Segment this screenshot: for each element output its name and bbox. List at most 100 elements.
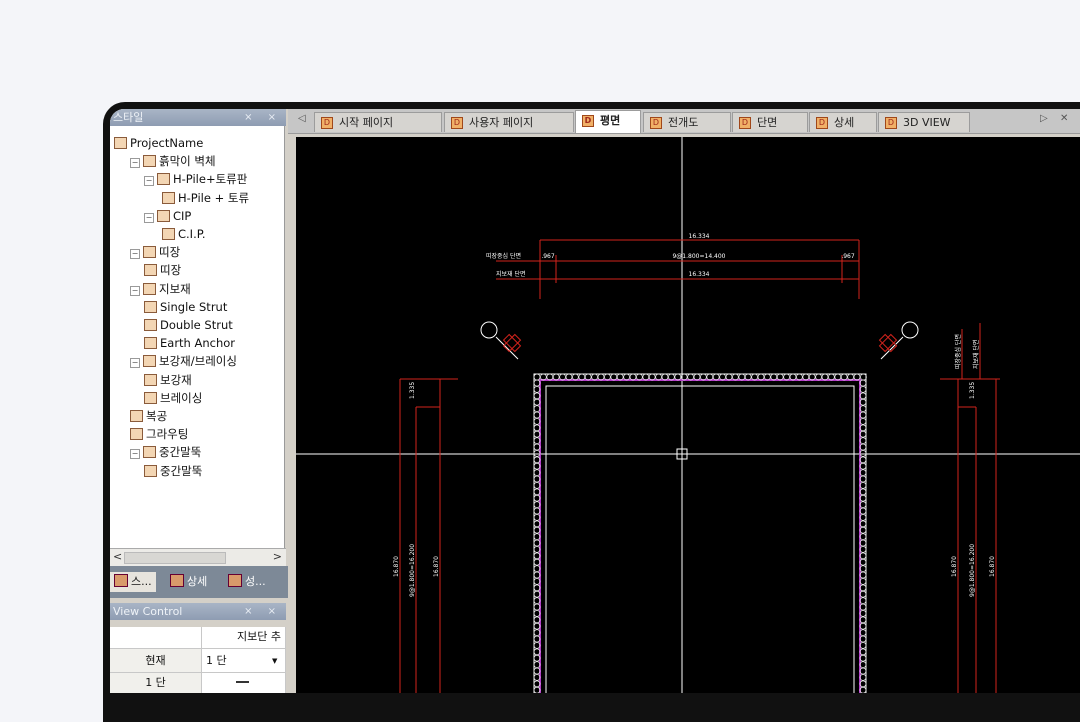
view-control-grid: 지보단 추 현재 1 단 ▼ 1 단: [110, 627, 286, 693]
vc-row-1-value[interactable]: [202, 673, 286, 693]
panel-pin-close-icons[interactable]: ⨯ ×: [244, 109, 282, 126]
tree-horizontal-scrollbar[interactable]: < >: [110, 548, 286, 566]
brace-icon: [143, 355, 156, 368]
tree-node-label: 지보재: [159, 281, 191, 296]
tab-close-icon[interactable]: ✕: [1060, 113, 1068, 124]
tree-node[interactable]: Single Strut: [144, 298, 227, 316]
detail-tab-icon: [170, 574, 184, 587]
view-control-pin-close-icons[interactable]: ⨯ ×: [244, 603, 282, 620]
tree-collapse-icon[interactable]: −: [130, 158, 140, 169]
dropdown-arrow-icon[interactable]: ▼: [272, 657, 277, 665]
tab-3[interactable]: D 전개도: [643, 112, 731, 132]
document-icon: D: [451, 117, 463, 129]
excavation-wall: [533, 373, 867, 693]
cad-drawing[interactable]: 16.334 9@1.800=14.400 .967 .967 16.334 띠…: [296, 137, 1080, 693]
tree-node[interactable]: − H-Pile+토류판: [144, 170, 247, 188]
tab-0[interactable]: D 시작 페이지: [314, 112, 442, 132]
dim-left-vertical-mid: 9@1.800=16.200: [409, 544, 416, 597]
tree-node[interactable]: − 중간말뚝: [130, 443, 201, 461]
bottom-tab-detail[interactable]: 상세: [170, 574, 207, 590]
tree-node[interactable]: 복공: [130, 407, 167, 425]
tree-node[interactable]: − 흙막이 벽체: [130, 152, 216, 170]
tab-label: 단면: [757, 116, 778, 129]
corner-marker-right-icon: [878, 321, 919, 360]
tab-1[interactable]: D 사용자 페이지: [444, 112, 574, 132]
tree-node-label: 브레이싱: [160, 390, 203, 405]
small-dim-left: 1.335: [409, 382, 416, 399]
style-panel-title: 스타일 ⨯ ×: [110, 109, 286, 126]
tree-collapse-icon[interactable]: −: [130, 249, 140, 260]
document-icon: D: [739, 117, 751, 129]
document-icon: D: [582, 115, 594, 127]
document-icon: D: [816, 117, 828, 129]
vc-row-1-label: 1 단: [110, 673, 202, 693]
tree-node-label: 중간말뚝: [159, 445, 202, 460]
app-window: 스타일 ⨯ × ProjectName − 흙막이 벽체 − H-Pile+토류판 H-P…: [110, 109, 1080, 693]
tree-node[interactable]: 중간말뚝: [144, 462, 202, 480]
pile-item-icon: [144, 464, 157, 477]
scroll-left-icon[interactable]: <: [113, 549, 122, 565]
stiffener-icon: [144, 373, 157, 386]
checkbox-icon[interactable]: [236, 681, 249, 693]
pile-icon: [143, 446, 156, 459]
tree-node[interactable]: H-Pile + 토류: [162, 189, 249, 207]
tree-node[interactable]: 그라우팅: [130, 425, 188, 443]
tree-node[interactable]: Double Strut: [144, 316, 233, 334]
tree-node-label: 보강재: [160, 372, 192, 387]
tab-scroll-right-icon[interactable]: ▷: [1040, 113, 1048, 124]
tree-collapse-icon[interactable]: −: [144, 176, 154, 187]
document-area: ◁ ▷ ✕ D 시작 페이지 D 사용자 페이지 D 평면 D 전개도 D 단면 D 상세 D 3D VI…: [288, 109, 1080, 693]
dim-right-vertical: 16.870: [951, 556, 958, 577]
tree-node[interactable]: − 띠장: [130, 243, 180, 261]
tree-collapse-icon[interactable]: −: [130, 449, 140, 460]
tab-label: 시작 페이지: [339, 116, 394, 129]
hpile-item-icon: [162, 191, 175, 204]
dim-right-vertical-2: 16.870: [989, 556, 996, 577]
vc-header: 지보단 추: [202, 627, 286, 649]
tree-node-label: 중간말뚝: [160, 463, 203, 478]
tree-collapse-icon[interactable]: −: [130, 285, 140, 296]
left-dimensions: [399, 378, 458, 693]
tree-collapse-icon[interactable]: −: [130, 358, 140, 369]
tree-node-label: 흙막이 벽체: [159, 154, 216, 169]
tree-node[interactable]: 보강재: [144, 371, 192, 389]
project-tree[interactable]: ProjectName − 흙막이 벽체 − H-Pile+토류판 H-Pile + 토류…: [110, 126, 285, 548]
document-icon: D: [885, 117, 897, 129]
cip-item-icon: [162, 228, 175, 240]
property-tab-icon: [228, 574, 242, 587]
waler-item-icon: [144, 264, 157, 277]
tab-2[interactable]: D 평면: [575, 110, 641, 133]
cad-canvas[interactable]: 16.334 9@1.800=14.400 .967 .967 16.334 띠…: [296, 137, 1080, 693]
cip-icon: [157, 209, 170, 222]
tab-label: 평면: [600, 114, 621, 127]
tree-node-label: C.I.P.: [178, 227, 206, 241]
tab-label: 3D VIEW: [903, 116, 951, 129]
tab-6[interactable]: D 3D VIEW: [878, 112, 970, 132]
tree-node[interactable]: ProjectName: [114, 134, 203, 152]
tree-node-label: 띠장: [160, 263, 182, 278]
label-right-a: 띠장중심 단면: [954, 334, 962, 369]
tree-node[interactable]: C.I.P.: [162, 225, 206, 243]
tree-node[interactable]: − 보강재/브레이싱: [130, 352, 237, 370]
tree-node-label: CIP: [173, 208, 192, 223]
tab-4[interactable]: D 단면: [732, 112, 808, 132]
tree-node-label: H-Pile+토류판: [173, 172, 248, 187]
tab-scroll-left-icon[interactable]: ◁: [298, 113, 306, 124]
vc-row-current-label: 현재: [110, 649, 202, 673]
tree-node[interactable]: 띠장: [144, 261, 181, 279]
tree-node[interactable]: − 지보재: [130, 280, 191, 298]
tab-5[interactable]: D 상세: [809, 112, 877, 132]
tree-node[interactable]: 브레이싱: [144, 389, 202, 407]
bottom-tab-property[interactable]: 성...: [228, 574, 266, 590]
tree-node[interactable]: − CIP: [144, 207, 191, 225]
style-tab-icon: [114, 574, 128, 587]
scroll-thumb[interactable]: [124, 552, 226, 564]
corner-marker-left-icon: [480, 321, 522, 360]
dim-left-vertical: 16.870: [393, 556, 400, 577]
dim-mid-label: 9@1.800=14.400: [672, 253, 725, 260]
view-control-title-text: View Control: [113, 605, 183, 618]
tree-node[interactable]: Earth Anchor: [144, 334, 235, 352]
tree-collapse-icon[interactable]: −: [144, 212, 154, 223]
bottom-tab-style[interactable]: 스...: [110, 572, 156, 592]
scroll-right-icon[interactable]: >: [273, 549, 282, 565]
